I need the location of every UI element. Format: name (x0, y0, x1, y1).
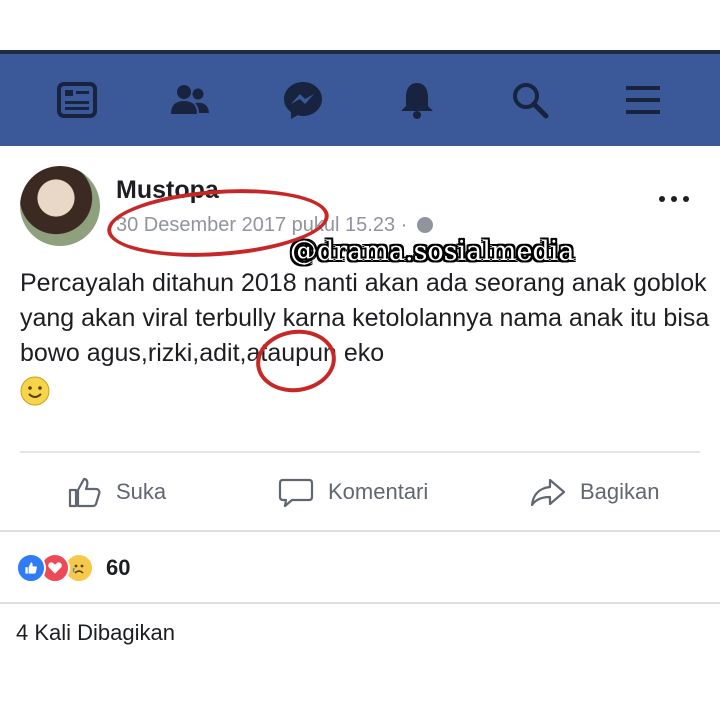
divider (0, 530, 720, 532)
avatar[interactable] (20, 166, 100, 246)
share-count[interactable]: 4 Kali Dibagikan (16, 620, 175, 646)
watermark-text: @drama.sosialmedia (290, 236, 575, 267)
more-dot-icon (671, 196, 677, 202)
reaction-count: 60 (106, 555, 131, 580)
share-label: Bagikan (580, 479, 660, 504)
like-button[interactable]: Suka (66, 466, 166, 518)
menu-icon (626, 86, 661, 114)
nav-friends[interactable] (160, 70, 220, 130)
post-text: Percayalah ditahun 2018 nanti akan ada s… (20, 269, 710, 367)
post-actions: Suka Komentari Bagikan (0, 466, 720, 518)
post-card: Mustopa 30 Desember 2017 pukul 15.23 · @… (0, 146, 720, 720)
more-options-button[interactable] (652, 184, 696, 214)
feed-icon (56, 82, 97, 118)
comment-button[interactable]: Komentari (278, 466, 428, 518)
more-dot-icon (683, 196, 689, 202)
like-reaction-icon (16, 553, 46, 583)
nav-messenger[interactable] (273, 70, 333, 130)
comment-bubble-icon (278, 478, 314, 508)
nav-search[interactable] (500, 70, 560, 130)
smiling-face-emoji-icon (20, 376, 50, 406)
like-label: Suka (116, 479, 167, 504)
share-button[interactable]: Bagikan (530, 466, 660, 518)
reactions-summary[interactable]: 60 (16, 550, 130, 586)
nav-notifications[interactable] (387, 70, 447, 130)
friends-icon (170, 85, 209, 114)
thumbs-up-icon (68, 477, 101, 508)
notifications-icon (400, 83, 433, 119)
divider (20, 451, 700, 453)
search-icon (512, 83, 549, 119)
nav-menu[interactable] (613, 70, 673, 130)
divider (0, 602, 720, 604)
comment-label: Komentari (328, 479, 429, 504)
share-arrow-icon (530, 478, 566, 507)
messenger-icon (284, 82, 323, 119)
nav-feed[interactable] (47, 70, 107, 130)
top-margin (0, 0, 720, 50)
globe-icon (416, 217, 433, 233)
more-dot-icon (659, 196, 665, 202)
top-navigation-bar (0, 50, 720, 146)
